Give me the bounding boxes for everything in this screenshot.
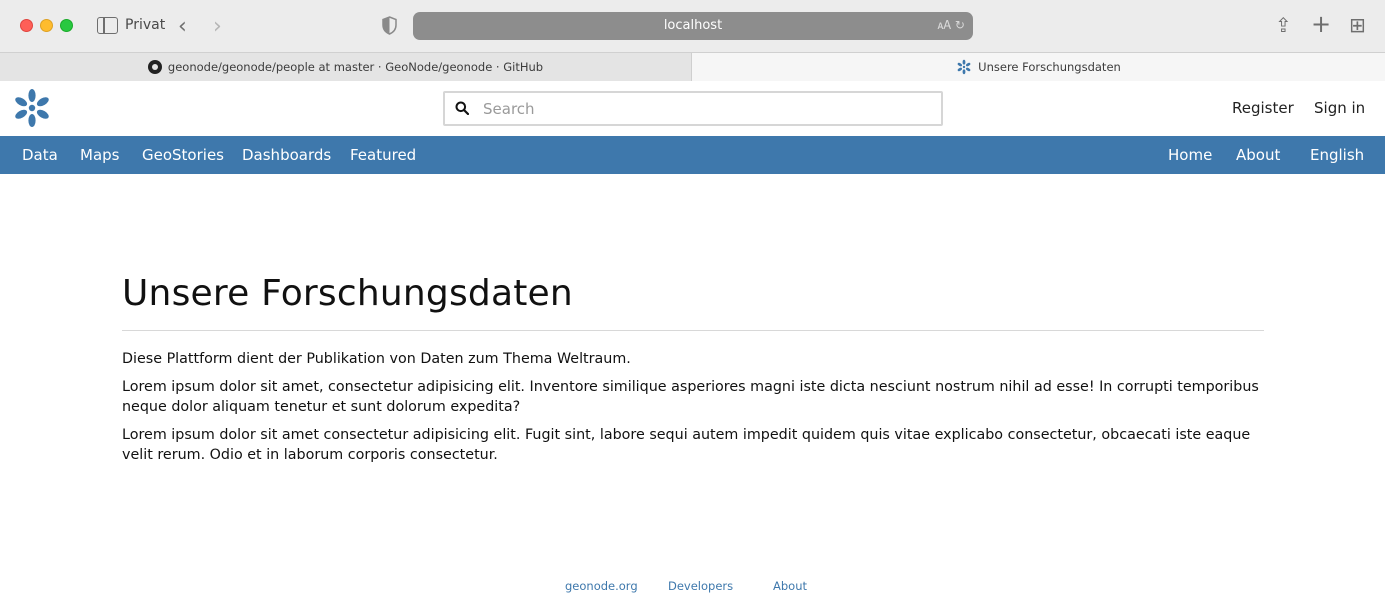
nav-geostories[interactable]: GeoStories bbox=[142, 146, 224, 164]
footer-link-about[interactable]: About bbox=[773, 579, 807, 593]
main-content: Unsere Forschungsdaten Diese Plattform d… bbox=[122, 272, 1264, 465]
search-box bbox=[443, 91, 943, 126]
close-window-button[interactable] bbox=[20, 19, 33, 32]
register-link[interactable]: Register bbox=[1232, 99, 1294, 117]
new-tab-icon[interactable]: + bbox=[1311, 10, 1331, 38]
search-input[interactable] bbox=[483, 93, 933, 124]
main-navbar: Data Maps GeoStories Dashboards Featured… bbox=[0, 136, 1385, 174]
nav-maps[interactable]: Maps bbox=[80, 146, 119, 164]
address-bar[interactable]: localhost 🗚 ↻ bbox=[413, 12, 973, 40]
sidebar-toggle-icon[interactable] bbox=[97, 17, 118, 34]
nav-about[interactable]: About bbox=[1236, 146, 1280, 164]
footer-link-geonode[interactable]: geonode.org bbox=[565, 579, 638, 593]
body-paragraph: Lorem ipsum dolor sit amet consectetur a… bbox=[122, 427, 1251, 463]
tab-overview-icon[interactable]: ⊞ bbox=[1349, 13, 1366, 37]
geonode-favicon-icon bbox=[957, 59, 971, 75]
tab-github[interactable]: geonode/geonode/people at master · GeoNo… bbox=[0, 53, 692, 81]
title-divider bbox=[122, 330, 1264, 331]
body-paragraph: Lorem ipsum dolor sit amet, consectetur … bbox=[122, 379, 1259, 415]
shield-icon[interactable] bbox=[382, 16, 397, 35]
intro-paragraph: Diese Plattform dient der Publikation vo… bbox=[122, 351, 631, 367]
page-title: Unsere Forschungsdaten bbox=[122, 273, 573, 314]
nav-home[interactable]: Home bbox=[1168, 146, 1212, 164]
back-arrow-icon[interactable]: ‹ bbox=[178, 14, 187, 39]
nav-featured[interactable]: Featured bbox=[350, 146, 416, 164]
nav-data[interactable]: Data bbox=[22, 146, 58, 164]
private-profile-label[interactable]: Privat bbox=[125, 17, 165, 33]
footer-link-developers[interactable]: Developers bbox=[668, 579, 733, 593]
nav-language-selector[interactable]: English bbox=[1310, 146, 1364, 164]
nav-dashboards[interactable]: Dashboards bbox=[242, 146, 331, 164]
minimize-window-button[interactable] bbox=[40, 19, 53, 32]
share-icon[interactable]: ⇪ bbox=[1275, 13, 1292, 37]
github-icon bbox=[147, 60, 162, 74]
tab-bar: geonode/geonode/people at master · GeoNo… bbox=[0, 52, 1385, 81]
translate-reload-icons[interactable]: 🗚 ↻ bbox=[938, 18, 965, 33]
tab-label: geonode/geonode/people at master · GeoNo… bbox=[167, 60, 544, 74]
tab-unsere-forschungsdaten[interactable]: Unsere Forschungsdaten bbox=[692, 53, 1385, 81]
site-header: Register Sign in bbox=[0, 81, 1385, 136]
search-icon[interactable] bbox=[455, 101, 469, 115]
browser-titlebar: Privat ‹ › localhost 🗚 ↻ ⇪ + ⊞ bbox=[0, 0, 1385, 52]
sign-in-link[interactable]: Sign in bbox=[1314, 99, 1365, 117]
forward-arrow-icon[interactable]: › bbox=[213, 14, 222, 39]
url-text: localhost bbox=[663, 18, 723, 33]
geonode-logo-icon[interactable] bbox=[12, 88, 52, 128]
tab-label: Unsere Forschungsdaten bbox=[978, 60, 1121, 74]
fullscreen-window-button[interactable] bbox=[60, 19, 73, 32]
